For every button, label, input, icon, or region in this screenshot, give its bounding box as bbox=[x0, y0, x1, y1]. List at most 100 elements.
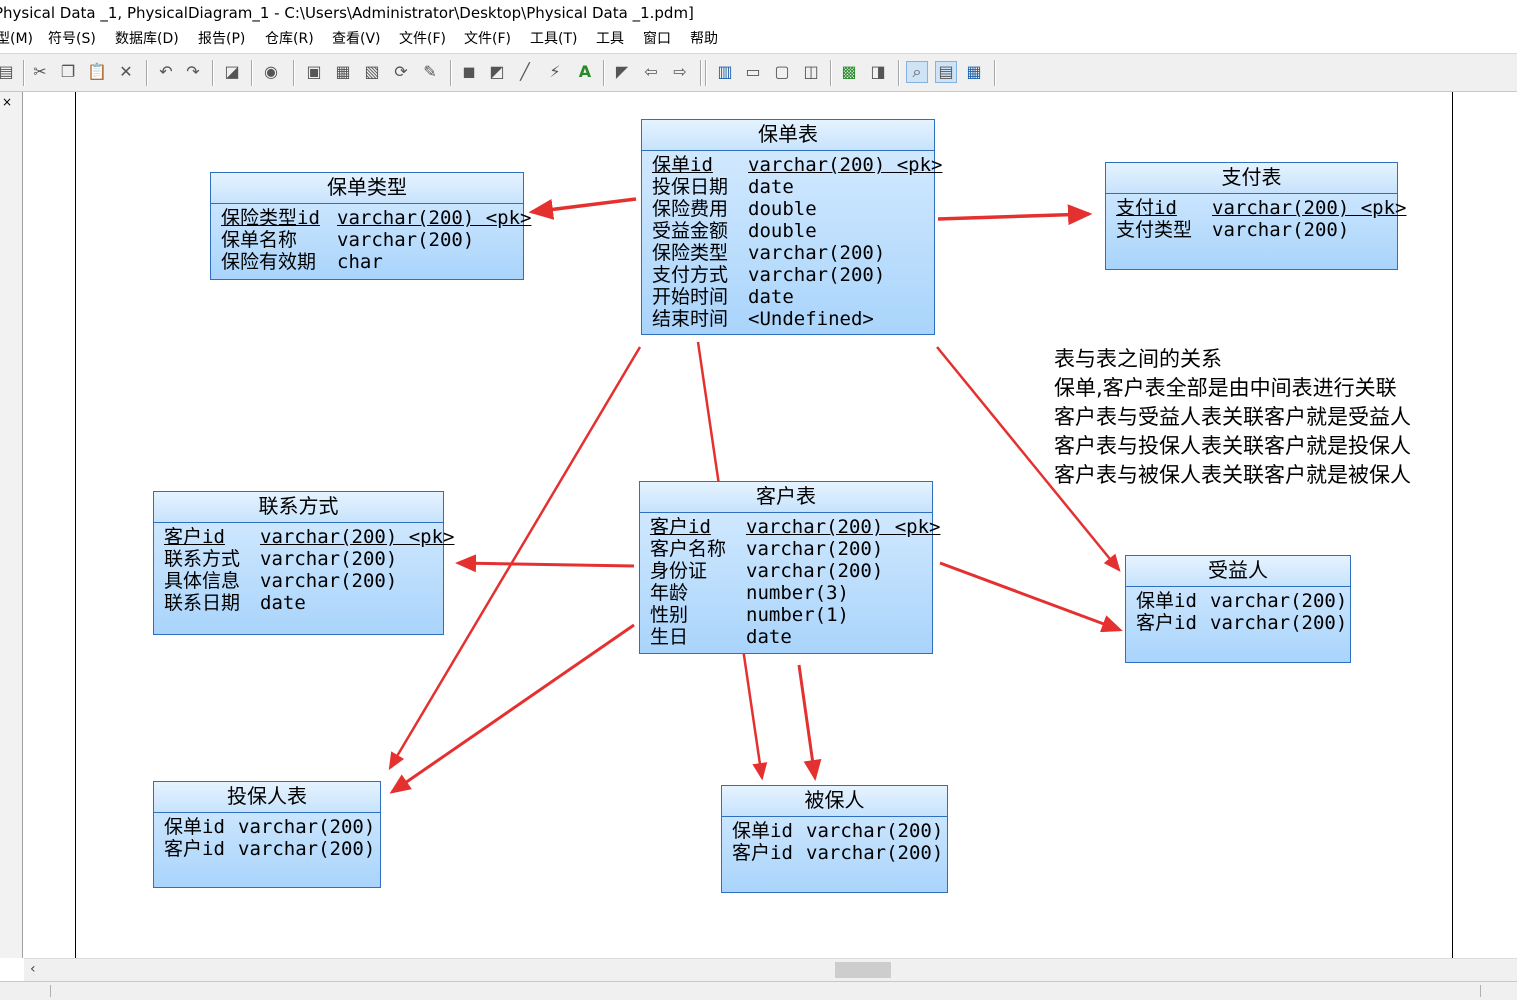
column-row: 保单id varchar(200) bbox=[1136, 590, 1350, 612]
column-type: varchar(200) bbox=[806, 842, 944, 864]
menu-tools[interactable]: 工具(T) bbox=[530, 27, 577, 51]
column-name: 受益金额 bbox=[652, 220, 729, 242]
column-name: 客户id bbox=[732, 842, 793, 864]
column-row: 支付方式 varchar(200) bbox=[652, 264, 934, 286]
window-3-icon[interactable]: ◫ bbox=[801, 62, 821, 82]
toolbar-separator bbox=[293, 60, 295, 86]
table-customer[interactable]: 客户表 客户id varchar(200) <pk> 客户名称 varchar(20… bbox=[639, 481, 940, 654]
menu-model[interactable]: 型(M) bbox=[0, 27, 33, 51]
menu-tools-2[interactable]: 工具 bbox=[596, 27, 624, 51]
table-beneficiary[interactable]: 受益人 保单id varchar(200) 客户id varchar(200) bbox=[1125, 555, 1351, 663]
grid-icon[interactable]: ▦ bbox=[964, 62, 984, 82]
column-type: varchar(200) bbox=[746, 560, 884, 582]
diagram-canvas[interactable]: 保单表 保单id varchar(200) <pk> 投保日期 date 保险费用 d… bbox=[24, 92, 1517, 958]
delete-icon[interactable]: ✕ bbox=[116, 62, 136, 82]
column-name: 客户id bbox=[164, 838, 225, 860]
undo-icon[interactable]: ↶ bbox=[156, 62, 176, 82]
column-type: varchar(200) bbox=[746, 538, 884, 560]
column-type: varchar(200) bbox=[748, 242, 886, 264]
table-policy[interactable]: 保单表 保单id varchar(200) <pk> 投保日期 date 保险费用 d… bbox=[641, 119, 942, 335]
shape-2-icon[interactable]: ◩ bbox=[487, 62, 507, 82]
menu-file-2[interactable]: 文件(F) bbox=[464, 27, 511, 51]
refresh-icon[interactable]: ⟳ bbox=[391, 62, 411, 82]
shape-icon[interactable]: ◼ bbox=[459, 62, 479, 82]
column-name: 客户id bbox=[1136, 612, 1197, 634]
column-type: varchar(200) bbox=[806, 820, 944, 842]
relationship-note[interactable]: 表与表之间的关系 保单,客户表全部是由中间表进行关联 客户表与受益人表关联客户就… bbox=[1054, 345, 1411, 490]
column-row: 保单id varchar(200) bbox=[732, 820, 947, 842]
output-icon[interactable]: ▤ bbox=[935, 61, 957, 83]
edit-document-icon[interactable]: ✎ bbox=[420, 62, 440, 82]
table-policyholder[interactable]: 投保人表 保单id varchar(200) 客户id varchar(200) bbox=[153, 781, 381, 888]
column-row: 客户id varchar(200) <pk> bbox=[650, 516, 940, 538]
toolbar-separator bbox=[830, 60, 832, 86]
menu-window[interactable]: 窗口 bbox=[643, 27, 671, 51]
toolbar-separator bbox=[705, 60, 707, 86]
column-name: 保险有效期 bbox=[221, 251, 317, 273]
table-contact[interactable]: 联系方式 客户id varchar(200) <pk> 联系方式 varchar(2… bbox=[153, 491, 454, 635]
menu-help[interactable]: 帮助 bbox=[690, 27, 718, 51]
toolbar-separator bbox=[898, 60, 900, 86]
toolbar-separator bbox=[994, 60, 996, 86]
note-line: 客户表与投保人表关联客户就是投保人 bbox=[1054, 434, 1411, 458]
format-painter-icon[interactable]: ⚡ bbox=[545, 62, 565, 82]
menu-repository[interactable]: 仓库(R) bbox=[265, 27, 314, 51]
cut-icon[interactable]: ✂ bbox=[30, 62, 50, 82]
redo-icon[interactable]: ↷ bbox=[183, 62, 203, 82]
column-row: 投保日期 date bbox=[652, 176, 934, 198]
column-row: 保险类型 varchar(200) bbox=[652, 242, 934, 264]
package-icon[interactable]: ▦ bbox=[333, 62, 353, 82]
line-tool-icon[interactable]: ╱ bbox=[515, 62, 535, 82]
scroll-left-icon[interactable]: ‹ bbox=[30, 961, 36, 977]
align-icon[interactable]: ◤ bbox=[612, 62, 632, 82]
diagram-icon[interactable]: ▩ bbox=[839, 62, 859, 82]
window-2-icon[interactable]: ▢ bbox=[772, 62, 792, 82]
package-search-icon[interactable]: ▧ bbox=[362, 62, 382, 82]
column-row: 具体信息 varchar(200) bbox=[164, 570, 443, 592]
menu-report[interactable]: 报告(P) bbox=[198, 27, 245, 51]
diagram-2-icon[interactable]: ◨ bbox=[868, 62, 888, 82]
arrow-policy-to-policy-type bbox=[528, 197, 637, 220]
paste-icon[interactable]: 📋 bbox=[87, 62, 107, 82]
menu-file[interactable]: 文件(F) bbox=[399, 27, 446, 51]
table-payment[interactable]: 支付表 支付id varchar(200) <pk> 支付类型 varchar(20… bbox=[1105, 162, 1406, 270]
column-row: 年龄 number(3) bbox=[650, 582, 932, 604]
column-name: 年龄 bbox=[650, 582, 689, 604]
text-color-icon[interactable]: A bbox=[575, 62, 595, 82]
arrow-policy-to-payment bbox=[937, 204, 1093, 226]
table-insured[interactable]: 被保人 保单id varchar(200) 客户id varchar(200) bbox=[721, 785, 948, 893]
horizontal-scrollbar[interactable]: ‹ bbox=[24, 958, 1517, 981]
menu-database[interactable]: 数据库(D) bbox=[115, 27, 179, 51]
properties-icon[interactable]: ◪ bbox=[222, 62, 242, 82]
arrow-right-icon[interactable]: ⇨ bbox=[670, 62, 690, 82]
column-row: 支付类型 varchar(200) bbox=[1116, 219, 1397, 241]
zoom-icon[interactable]: ⌕ bbox=[906, 61, 928, 83]
table-policy-type[interactable]: 保单类型 保险类型id varchar(200) <pk> 保单名称 varchar… bbox=[210, 172, 531, 280]
print-icon[interactable]: ▤ bbox=[0, 62, 16, 82]
column-row: 客户id varchar(200) bbox=[1136, 612, 1350, 634]
column-type: varchar(200) bbox=[1212, 219, 1350, 241]
table-title: 保单表 bbox=[642, 120, 934, 151]
column-row: 性别 number(1) bbox=[650, 604, 932, 626]
note-line: 客户表与被保人表关联客户就是被保人 bbox=[1054, 463, 1411, 487]
scroll-thumb[interactable] bbox=[835, 962, 891, 978]
menu-bar: 型(M) 符号(S) 数据库(D) 报告(P) 仓库(R) 查看(V) 文件(F… bbox=[0, 27, 1517, 51]
column-name: 客户id bbox=[650, 516, 711, 538]
column-row: 联系日期 date bbox=[164, 592, 443, 614]
open-folder-icon[interactable]: ▣ bbox=[304, 62, 324, 82]
copy-icon[interactable]: ❐ bbox=[58, 62, 78, 82]
column-name: 保单名称 bbox=[221, 229, 298, 251]
close-icon[interactable]: × bbox=[2, 95, 12, 109]
column-row: 保单id varchar(200) <pk> bbox=[652, 154, 942, 176]
column-type: varchar(200) bbox=[1210, 590, 1348, 612]
arrow-left-icon[interactable]: ⇦ bbox=[641, 62, 661, 82]
column-type: char bbox=[337, 251, 383, 273]
arrow-customer-to-beneficiary bbox=[939, 561, 1123, 633]
column-row: 客户id varchar(200) bbox=[164, 838, 380, 860]
table-view-icon[interactable]: ▥ bbox=[715, 62, 735, 82]
model-check-icon[interactable]: ◉ bbox=[261, 62, 281, 82]
column-type: varchar(200) bbox=[337, 229, 475, 251]
menu-view[interactable]: 查看(V) bbox=[332, 27, 381, 51]
window-icon[interactable]: ▭ bbox=[743, 62, 763, 82]
menu-symbol[interactable]: 符号(S) bbox=[48, 27, 96, 51]
